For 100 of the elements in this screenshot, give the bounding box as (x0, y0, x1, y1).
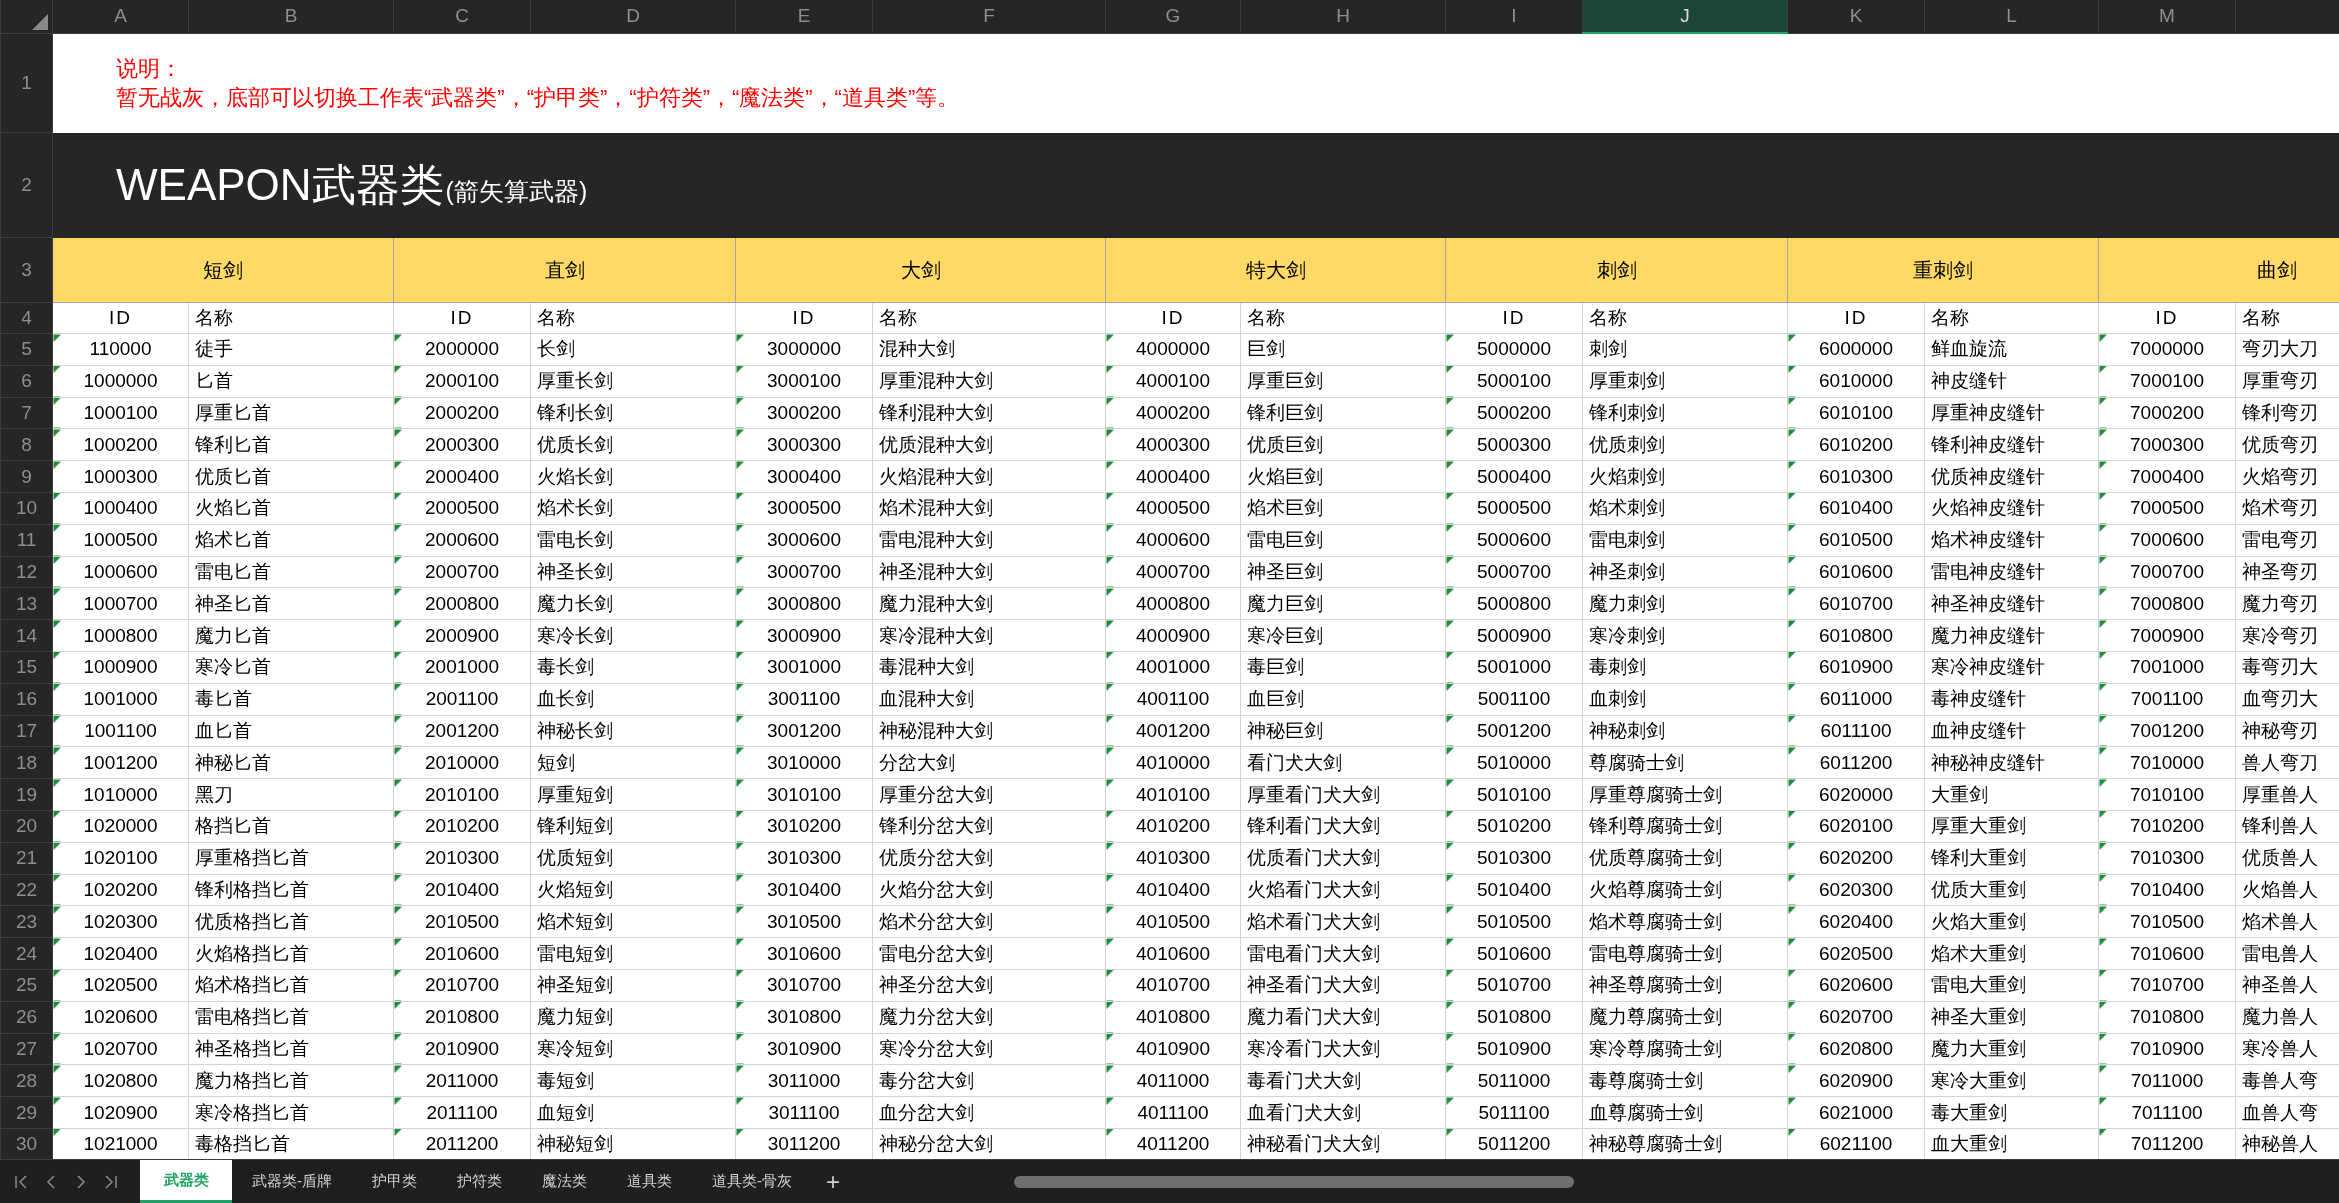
row-number[interactable]: 1 (0, 33, 53, 133)
table-cell: 4010900 (1105, 1033, 1241, 1065)
row-number[interactable]: 11 (0, 524, 53, 557)
column-header[interactable]: C (393, 0, 531, 33)
column-header[interactable]: K (1787, 0, 1925, 33)
sheet-tab[interactable]: 道具类-骨灰 (692, 1160, 812, 1203)
table-cell: 血长剑 (530, 683, 736, 716)
sheet-tab[interactable]: 魔法类 (522, 1160, 607, 1203)
table-cell: 5000900 (1445, 619, 1583, 652)
sheet-tab[interactable]: 护符类 (437, 1160, 522, 1203)
row-number[interactable]: 10 (0, 492, 53, 525)
row-number[interactable]: 27 (0, 1033, 53, 1065)
table-cell: 2000200 (393, 397, 531, 429)
table-cell: 6020000 (1787, 778, 1925, 811)
row-number[interactable]: 22 (0, 874, 53, 906)
row-number[interactable]: 25 (0, 969, 53, 1002)
table-cell: 魔力刺剑 (1582, 587, 1788, 620)
row-number[interactable]: 12 (0, 556, 53, 588)
table-cell: 3011200 (735, 1128, 873, 1159)
table-cell: 寒冷混种大剑 (872, 619, 1106, 652)
table-cell: 看门犬大剑 (1240, 746, 1446, 779)
table-cell: 优质匕首 (188, 460, 394, 493)
row-number[interactable]: 23 (0, 905, 53, 938)
sheet-tab[interactable]: 护甲类 (352, 1160, 437, 1203)
column-header[interactable]: F (872, 0, 1106, 33)
row-number[interactable]: 7 (0, 397, 53, 429)
last-sheet-icon[interactable] (104, 1173, 118, 1190)
select-all-icon[interactable] (32, 14, 48, 31)
table-cell: 毒巨剑 (1240, 651, 1446, 684)
table-cell: 血巨剑 (1240, 683, 1446, 716)
column-header[interactable]: A (52, 0, 189, 33)
row-number[interactable]: 19 (0, 778, 53, 811)
table-cell: 7010300 (2098, 842, 2236, 875)
row-number[interactable]: 2 (0, 132, 53, 238)
table-cell: 4000400 (1105, 460, 1241, 493)
row-number[interactable]: 29 (0, 1096, 53, 1129)
table-cell: 毒匕首 (188, 683, 394, 716)
column-header[interactable]: J (1582, 0, 1788, 33)
table-cell: 魔力看门犬大剑 (1240, 1001, 1446, 1034)
table-cell: 5011100 (1445, 1096, 1583, 1129)
table-cell: 魔力匕首 (188, 619, 394, 652)
column-header[interactable]: L (1924, 0, 2099, 33)
row-number[interactable]: 5 (0, 333, 53, 366)
table-cell: 7010700 (2098, 969, 2236, 1002)
table-cell: 7010200 (2098, 810, 2236, 843)
table-cell: 魔力巨剑 (1240, 587, 1446, 620)
row-number[interactable]: 26 (0, 1001, 53, 1034)
table-cell: 优质尊腐骑士剑 (1582, 842, 1788, 875)
column-header[interactable]: E (735, 0, 873, 33)
table-cell: 厚重混种大剑 (872, 365, 1106, 398)
table-cell: 5010200 (1445, 810, 1583, 843)
table-cell: 5000400 (1445, 460, 1583, 493)
row-number[interactable]: 14 (0, 619, 53, 652)
previous-sheet-icon[interactable] (44, 1173, 58, 1190)
table-cell: 6020800 (1787, 1033, 1925, 1065)
sheet-tab[interactable]: 武器类 (140, 1160, 232, 1203)
row-number[interactable]: 21 (0, 842, 53, 875)
scrollbar-thumb[interactable] (1014, 1175, 1574, 1188)
column-header[interactable]: D (530, 0, 736, 33)
row-number[interactable]: 18 (0, 746, 53, 779)
row-number[interactable]: 9 (0, 460, 53, 493)
row-number[interactable]: 4 (0, 302, 53, 334)
column-header[interactable]: I (1445, 0, 1583, 33)
row-number[interactable]: 6 (0, 365, 53, 398)
table-cell: 5010000 (1445, 746, 1583, 779)
row-number[interactable]: 17 (0, 715, 53, 747)
row-number[interactable]: 13 (0, 587, 53, 620)
row-number[interactable]: 3 (0, 237, 53, 303)
table-cell: 5000700 (1445, 556, 1583, 588)
table-cell: 1000300 (52, 460, 189, 493)
add-sheet-button[interactable]: + (812, 1160, 854, 1203)
column-header[interactable]: M (2098, 0, 2236, 33)
column-header[interactable]: B (188, 0, 394, 33)
row-number[interactable]: 24 (0, 937, 53, 970)
table-cell: 5001200 (1445, 715, 1583, 747)
row-number[interactable]: 20 (0, 810, 53, 843)
column-header[interactable]: G (1105, 0, 1241, 33)
row-number[interactable]: 16 (0, 683, 53, 716)
table-cell: 雷电混种大剑 (872, 524, 1106, 557)
table-cell: 2000700 (393, 556, 531, 588)
row-number[interactable]: 8 (0, 428, 53, 461)
next-sheet-icon[interactable] (74, 1173, 88, 1190)
table-cell: 魔力尊腐骑士剑 (1582, 1001, 1788, 1034)
table-cell: 1000600 (52, 556, 189, 588)
column-header[interactable]: H (1240, 0, 1446, 33)
sheet-tab[interactable]: 武器类-盾牌 (232, 1160, 352, 1203)
row-number[interactable]: 30 (0, 1128, 53, 1159)
table-cell: 锋利巨剑 (1240, 397, 1446, 429)
column-label: 名称 (188, 302, 394, 334)
table-cell: 7010900 (2098, 1033, 2236, 1065)
row-number[interactable]: 28 (0, 1064, 53, 1097)
first-sheet-icon[interactable] (14, 1173, 28, 1190)
table-cell: 尊腐骑士剑 (1582, 746, 1788, 779)
table-cell: 1010000 (52, 778, 189, 811)
table-cell: 6011200 (1787, 746, 1925, 779)
row-number[interactable]: 15 (0, 651, 53, 684)
table-cell: 2010700 (393, 969, 531, 1002)
sheet-tab[interactable]: 道具类 (607, 1160, 692, 1203)
table-cell: 6021100 (1787, 1128, 1925, 1159)
table-cell: 神皮缝针 (1924, 365, 2099, 398)
